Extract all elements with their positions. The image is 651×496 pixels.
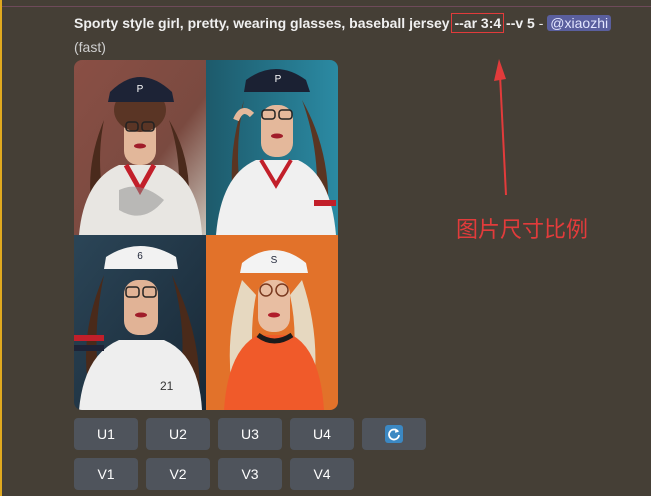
aspect-ratio-param: --ar 3:4 bbox=[451, 13, 505, 33]
upscale-4-button[interactable]: U4 bbox=[290, 418, 354, 450]
cap-letter-3: 6 bbox=[137, 251, 143, 262]
image-grid[interactable]: P P 6 21 S bbox=[74, 60, 338, 410]
user-mention[interactable]: @xiaozhi bbox=[547, 15, 612, 31]
upscale-3-button[interactable]: U3 bbox=[218, 418, 282, 450]
divider bbox=[0, 6, 651, 7]
version-param: --v 5 bbox=[502, 15, 535, 31]
prompt-text: Sporty style girl, pretty, wearing glass… bbox=[74, 15, 454, 31]
svg-text:21: 21 bbox=[160, 379, 174, 393]
image-2[interactable]: P bbox=[206, 60, 338, 235]
message-highlight-bar bbox=[0, 0, 2, 496]
cap-letter-2: P bbox=[275, 74, 282, 85]
separator: - bbox=[534, 15, 548, 31]
variation-1-button[interactable]: V1 bbox=[74, 458, 138, 490]
upscale-1-button[interactable]: U1 bbox=[74, 418, 138, 450]
image-1[interactable]: P bbox=[74, 60, 206, 235]
refresh-icon bbox=[385, 425, 403, 443]
annotation-arrow-icon bbox=[494, 59, 507, 195]
message: Sporty style girl, pretty, wearing glass… bbox=[74, 13, 651, 57]
image-3[interactable]: 6 21 bbox=[74, 235, 206, 410]
reroll-button[interactable] bbox=[362, 418, 426, 450]
variation-2-button[interactable]: V2 bbox=[146, 458, 210, 490]
cap-letter-1: P bbox=[137, 84, 144, 95]
cap-letter-4: S bbox=[271, 255, 278, 266]
variation-3-button[interactable]: V3 bbox=[218, 458, 282, 490]
prompt-line: Sporty style girl, pretty, wearing glass… bbox=[74, 13, 651, 33]
variation-4-button[interactable]: V4 bbox=[290, 458, 354, 490]
image-4[interactable]: S bbox=[206, 235, 338, 410]
upscale-2-button[interactable]: U2 bbox=[146, 418, 210, 450]
speed-label: (fast) bbox=[74, 39, 106, 55]
annotation-label: 图片尺寸比例 bbox=[456, 218, 589, 243]
upscale-button-row: U1 U2 U3 U4 bbox=[74, 418, 426, 450]
variation-button-row: V1 V2 V3 V4 bbox=[74, 458, 354, 490]
